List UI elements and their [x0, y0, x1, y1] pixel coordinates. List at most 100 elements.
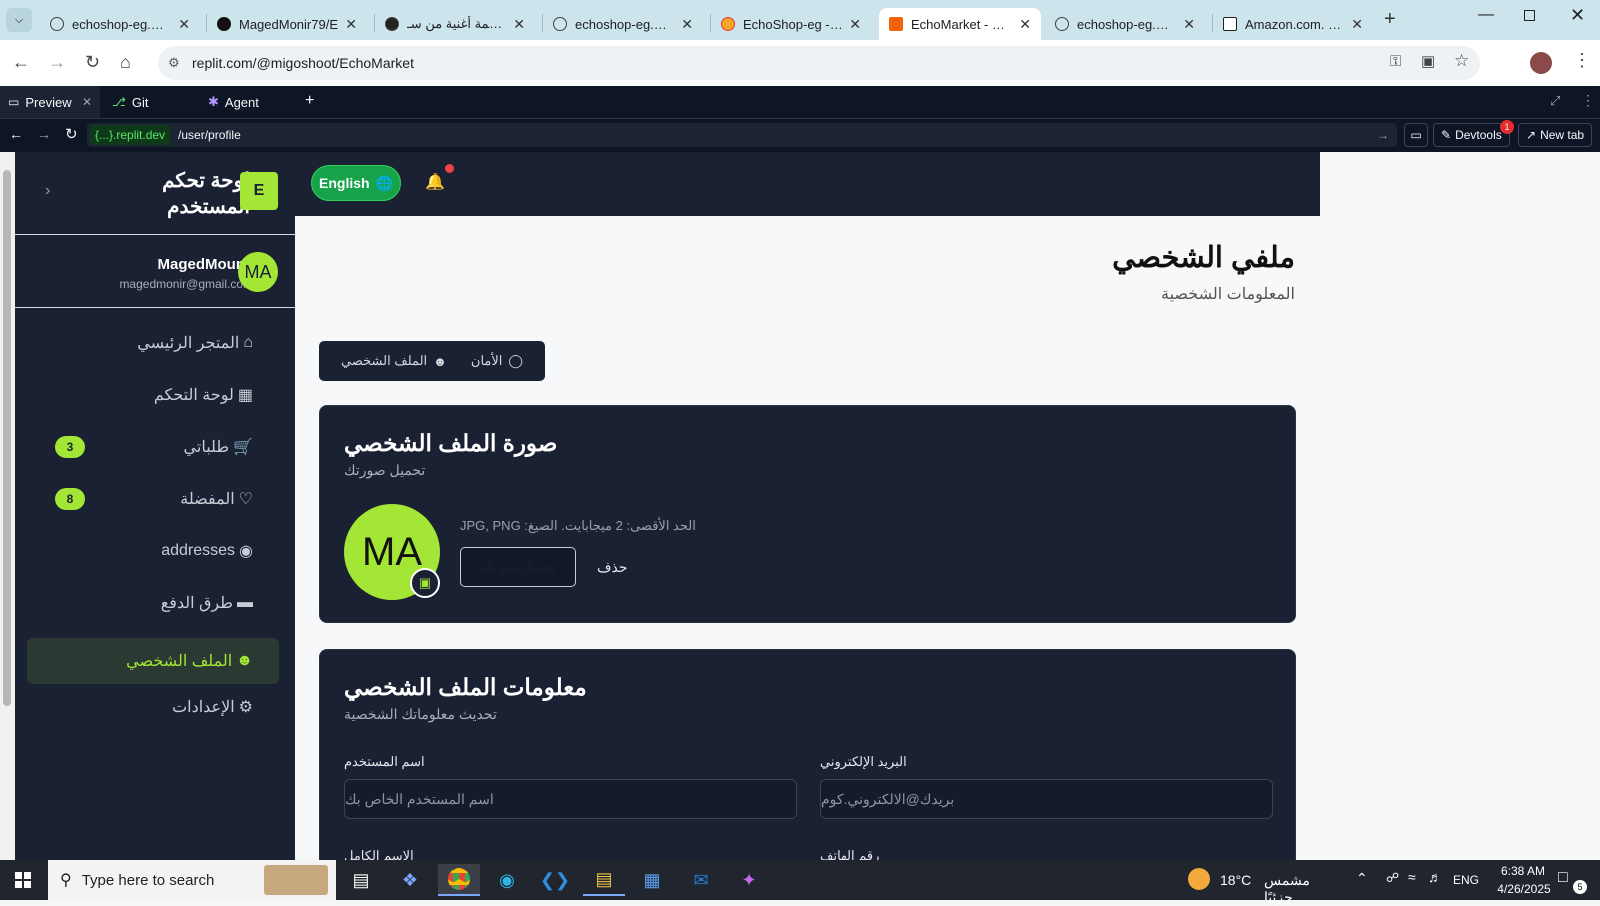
- sidebar-collapse-icon[interactable]: ›: [45, 182, 50, 200]
- sidebar-item-addresses[interactable]: addresses ◉: [27, 528, 279, 574]
- taskbar-search-box[interactable]: ⚲ Type here to search: [48, 860, 336, 900]
- profile-avatar[interactable]: [1530, 52, 1552, 74]
- scrollbar-thumb[interactable]: [3, 170, 11, 706]
- copilot-icon[interactable]: ❖: [389, 864, 431, 896]
- site-info-icon[interactable]: ⚙: [168, 55, 180, 71]
- minimize-pane-icon[interactable]: ⤢: [1550, 93, 1560, 109]
- close-icon[interactable]: ✕: [1183, 16, 1195, 33]
- menu-dots-icon[interactable]: ⋮: [1573, 50, 1591, 71]
- weather-text[interactable]: مشمس جزئيًا: [1264, 872, 1334, 906]
- upload-photo-button[interactable]: تحميل صورتك: [460, 547, 576, 587]
- devtools-button[interactable]: ✎ Devtools 1: [1433, 120, 1514, 147]
- full-name-label: الاسم الكامل: [344, 848, 414, 860]
- sidebar-item-dashboard[interactable]: لوحة التحكم ▦: [27, 372, 279, 418]
- sidebar-item-favorites[interactable]: 8 المفضلة ♡: [27, 476, 279, 522]
- add-tab-button[interactable]: +: [305, 92, 314, 110]
- clock-time[interactable]: 6:38 AM: [1488, 864, 1558, 878]
- browser-tab[interactable]: echoshop-eg.web ✕: [1045, 8, 1205, 40]
- tab-security[interactable]: الأمان ◯: [471, 353, 523, 369]
- minimize-button[interactable]: —: [1478, 6, 1494, 24]
- outlook-icon[interactable]: ✉: [680, 864, 722, 896]
- close-icon[interactable]: ✕: [513, 16, 525, 33]
- back-icon[interactable]: ←: [9, 126, 23, 142]
- home-icon[interactable]: ⌂: [120, 52, 131, 73]
- back-icon[interactable]: ←: [12, 52, 30, 73]
- tab-profile[interactable]: الملف الشخصي ☻: [341, 353, 447, 369]
- notifications-bell-icon[interactable]: 🔔: [425, 172, 445, 192]
- browser-tab[interactable]: Amazon.com. Spe ✕: [1213, 8, 1373, 40]
- close-icon[interactable]: ✕: [345, 16, 357, 33]
- globe-icon: [50, 17, 64, 31]
- clock-date[interactable]: 4/26/2025: [1484, 882, 1564, 896]
- tray-chevron-icon[interactable]: ⌃: [1356, 870, 1368, 887]
- sidebar-item-label: لوحة التحكم: [153, 387, 234, 404]
- delete-photo-button[interactable]: حذف: [597, 559, 628, 576]
- tab-git[interactable]: ⎇ Git: [104, 86, 196, 118]
- sidebar-scrollbar[interactable]: [0, 152, 15, 860]
- tab-title: EchoShop-eg - Au: [743, 16, 844, 32]
- sidebar-item-main-store[interactable]: المتجر الرئيسي ⌂: [27, 320, 279, 366]
- sidebar-item-payment-methods[interactable]: طرق الدفع ▬: [27, 580, 279, 626]
- browser-tab-strip: ⌵ echoshop-eg.web ✕ MagedMonir79/E ✕ ترج…: [0, 0, 1600, 40]
- sidebar-item-profile[interactable]: الملف الشخصي ☻: [27, 638, 279, 684]
- close-icon[interactable]: ✕: [1351, 16, 1363, 33]
- edge-icon[interactable]: ◉: [486, 864, 528, 896]
- tab-preview[interactable]: ▭ Preview ✕: [0, 86, 100, 118]
- close-window-button[interactable]: ✕: [1570, 5, 1585, 26]
- wifi-icon[interactable]: ≈: [1408, 869, 1416, 885]
- weather-temp[interactable]: 18°C: [1220, 872, 1251, 888]
- forward-icon[interactable]: →: [48, 52, 66, 73]
- ms-store-icon[interactable]: ▦: [631, 864, 673, 896]
- close-icon[interactable]: ✕: [849, 16, 861, 33]
- file-explorer-icon[interactable]: ▤: [583, 864, 625, 896]
- new-tab-button[interactable]: +: [1384, 8, 1396, 31]
- username-field[interactable]: اسم المستخدم الخاص بك: [344, 779, 797, 819]
- username-placeholder: اسم المستخدم الخاص بك: [345, 790, 494, 807]
- close-icon[interactable]: ✕: [681, 16, 693, 33]
- page-subtitle: المعلومات الشخصية: [1160, 286, 1295, 303]
- pane-menu-icon[interactable]: ⋮: [1581, 92, 1595, 109]
- close-icon[interactable]: ✕: [1019, 16, 1031, 33]
- notification-center-icon[interactable]: □: [1558, 869, 1568, 887]
- tab-agent[interactable]: ✱ Agent: [200, 86, 292, 118]
- chrome-icon[interactable]: [438, 864, 480, 896]
- browser-tab-active[interactable]: EchoMarket - Rep ✕: [879, 8, 1041, 40]
- notification-count: 5: [1573, 880, 1587, 894]
- change-photo-icon[interactable]: ▣: [410, 568, 440, 598]
- reload-icon[interactable]: ↻: [85, 52, 100, 73]
- volume-icon[interactable]: ♬: [1428, 869, 1442, 885]
- m365-icon[interactable]: ✦: [728, 864, 770, 896]
- input-language[interactable]: ENG: [1453, 873, 1479, 887]
- forward-icon[interactable]: →: [37, 126, 51, 142]
- install-app-icon[interactable]: ▣: [1421, 52, 1435, 70]
- sidebar-item-settings[interactable]: الإعدادات ⚙: [27, 684, 279, 730]
- address-bar[interactable]: ⚙ replit.com/@migoshoot/EchoMarket ⚿ ▣ ☆: [158, 46, 1480, 80]
- weather-icon[interactable]: [1188, 868, 1210, 890]
- preview-url-field[interactable]: {...}.replit.dev /user/profile →: [87, 123, 1397, 147]
- reload-icon[interactable]: ↻: [65, 125, 78, 143]
- close-icon[interactable]: ✕: [82, 95, 92, 109]
- tab-search-button[interactable]: ⌵: [6, 8, 32, 32]
- close-icon[interactable]: ✕: [178, 16, 190, 33]
- device-toggle-button[interactable]: ▭: [1404, 123, 1428, 147]
- browser-tab[interactable]: MagedMonir79/E ✕: [207, 8, 367, 40]
- firebase-icon: [721, 17, 735, 31]
- new-tab-button[interactable]: ↗ New tab: [1518, 123, 1593, 147]
- vscode-icon[interactable]: ❮❯: [534, 864, 576, 896]
- browser-tab[interactable]: echoshop-eg.web ✕: [543, 8, 703, 40]
- sidebar-item-orders[interactable]: 3 طلباتي 🛒: [27, 424, 279, 470]
- password-key-icon[interactable]: ⚿: [1390, 53, 1401, 70]
- language-button[interactable]: English 🌐: [311, 165, 401, 201]
- email-field[interactable]: بريدك@الالكتروني.كوم: [820, 779, 1273, 819]
- browser-tab[interactable]: ترجمة أغنية من سـ ✕: [375, 8, 535, 40]
- tray-network-icon[interactable]: ☍: [1386, 870, 1399, 886]
- windows-start-icon[interactable]: [2, 864, 44, 896]
- restore-button[interactable]: [1524, 10, 1535, 21]
- search-placeholder: Type here to search: [81, 871, 215, 889]
- go-arrow-icon[interactable]: →: [1377, 128, 1389, 142]
- bookmark-star-icon[interactable]: ☆: [1454, 51, 1469, 71]
- browser-tab[interactable]: EchoShop-eg - Au ✕: [711, 8, 871, 40]
- avatar[interactable]: MA: [238, 252, 278, 292]
- task-view-icon[interactable]: ▤: [340, 864, 382, 896]
- browser-tab[interactable]: echoshop-eg.web ✕: [40, 8, 200, 40]
